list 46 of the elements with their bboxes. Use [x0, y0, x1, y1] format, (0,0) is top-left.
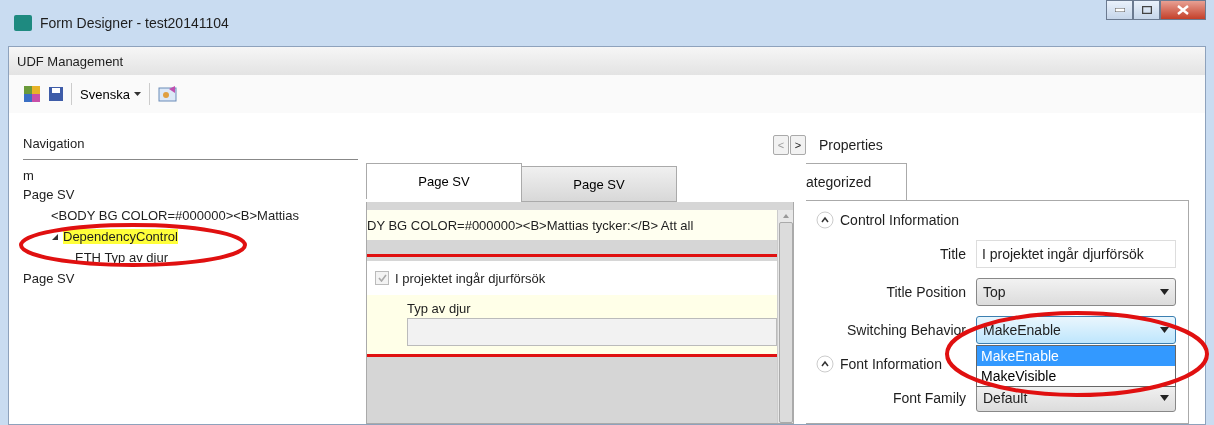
- select-field[interactable]: MakeEnable: [976, 316, 1176, 344]
- collapse-icon[interactable]: [816, 211, 834, 229]
- tree-item[interactable]: m: [23, 167, 34, 183]
- maximize-button[interactable]: [1133, 0, 1160, 20]
- page-tab[interactable]: Page SV: [521, 166, 677, 202]
- close-button[interactable]: [1160, 0, 1206, 20]
- minimize-icon: [1114, 8, 1125, 12]
- collapse-icon[interactable]: [816, 355, 834, 373]
- property-label: Switching Behavior: [845, 322, 966, 338]
- image-tool-icon[interactable]: [157, 85, 178, 103]
- select-field[interactable]: Top: [976, 278, 1176, 306]
- close-icon: [1177, 5, 1189, 15]
- page-tab[interactable]: Page SV: [366, 163, 522, 199]
- app-logo-icon: [14, 15, 32, 31]
- tree-item[interactable]: Page SV: [23, 271, 75, 286]
- window-title: Form Designer - test20141104: [40, 15, 230, 31]
- text-field[interactable]: I projektet ingår djurförsök: [976, 240, 1176, 268]
- checkbox[interactable]: [375, 271, 389, 285]
- dropdown-arrow-icon: [1160, 395, 1169, 401]
- tree-item[interactable]: DependencyControl: [63, 229, 178, 244]
- field-label: Typ av djur: [407, 301, 472, 316]
- maximize-icon: [1141, 6, 1152, 14]
- dropdown-arrow-icon: [1160, 289, 1169, 295]
- language-dropdown[interactable]: Svenska: [80, 86, 141, 102]
- caret-icon: [133, 92, 141, 96]
- property-label: Title: [939, 246, 966, 262]
- tree-item[interactable]: <BODY BG COLOR=#000000><B>Mattias: [51, 208, 299, 223]
- properties-tab[interactable]: ategorized: [806, 163, 907, 200]
- panel-title: Properties: [819, 137, 883, 153]
- property-label: Title Position: [885, 284, 966, 300]
- input-field[interactable]: [407, 318, 777, 346]
- tree-item[interactable]: Page SV: [23, 187, 75, 202]
- section-title: Font Information: [840, 356, 942, 372]
- html-text: DY BG COLOR=#000000><B>Mattias tycker:</B> Att all: [367, 210, 777, 240]
- grid-tool-icon[interactable]: [23, 85, 41, 103]
- menu-item[interactable]: UDF Management: [15, 53, 126, 69]
- scrollbar[interactable]: [777, 210, 793, 423]
- checkbox-label: I projektet ingår djurförsök: [395, 270, 546, 286]
- expander-icon[interactable]: [51, 232, 59, 241]
- dropdown-arrow-icon: [1160, 327, 1169, 333]
- save-icon[interactable]: [49, 87, 63, 101]
- property-label: Font Family: [891, 390, 966, 406]
- minimize-button[interactable]: [1106, 0, 1133, 20]
- next-button[interactable]: >: [790, 135, 806, 155]
- section-title: Control Information: [840, 212, 960, 228]
- panel-title: Navigation: [23, 135, 85, 151]
